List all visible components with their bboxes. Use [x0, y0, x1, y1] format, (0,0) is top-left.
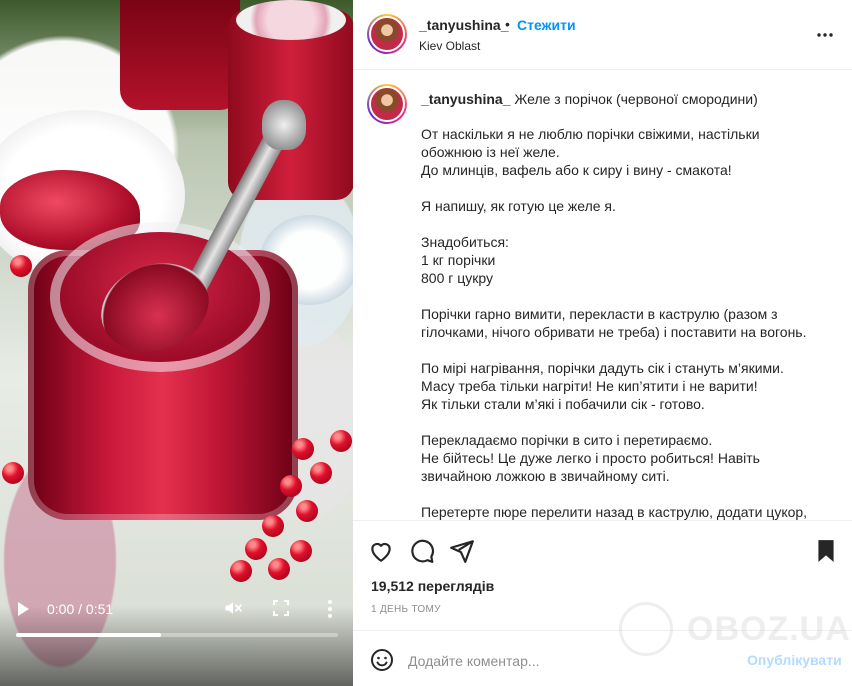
currant-berry — [296, 500, 318, 522]
currant-berry — [292, 438, 314, 460]
caption-line: 1 кг порічки — [421, 252, 496, 268]
caption-body: От наскільки я не люблю порічки свіжими,… — [421, 125, 831, 520]
currant-berry — [245, 538, 267, 560]
currant-berry — [230, 560, 252, 582]
author-username[interactable]: _tanyushina_ — [419, 17, 508, 33]
caption-area: _tanyushina_ Желе з порічок (червоної см… — [353, 70, 852, 520]
caption-line: звичайною ложкою в звичайному ситі. — [421, 468, 670, 484]
video-controls: 0:00 / 0:51 — [0, 596, 353, 622]
post-header: _tanyushina_ • Стежити Kiev Oblast — [353, 0, 852, 70]
video-time: 0:00 / 0:51 — [47, 601, 114, 617]
currant-berry — [262, 515, 284, 537]
caption-paragraph: Перетерте пюре перелити назад в каструлю… — [421, 503, 831, 520]
caption-title: Желе з порічок (червоної смородини) — [514, 91, 758, 107]
caption-line: Як тільки стали м’які і побачили сік - г… — [421, 396, 705, 412]
caption-paragraph: Перекладаємо порічки в сито і перетираєм… — [421, 431, 831, 485]
caption-paragraph: Я напишу, як готую це желе я. — [421, 197, 831, 215]
emoji-icon[interactable] — [370, 648, 394, 672]
spoon-ornament — [262, 100, 306, 150]
caption-paragraph: Порічки гарно вимити, перекласти в кастр… — [421, 305, 831, 341]
caption-line: Перетерте пюре перелити назад в каструлю… — [421, 504, 808, 520]
currant-berry — [310, 462, 332, 484]
caption-paragraph: По мірі нагрівання, порічки дадуть сік і… — [421, 359, 831, 413]
comment-bar: Опублікувати — [353, 630, 852, 686]
currant-berry — [268, 558, 290, 580]
avatar[interactable] — [367, 14, 407, 54]
caption-line: От наскільки я не люблю порічки свіжими,… — [421, 126, 760, 142]
caption-line: Порічки гарно вимити, перекласти в кастр… — [421, 306, 778, 322]
separator-dot: • — [505, 16, 510, 32]
caption-line: До млинців, вафель або к сиру і вину - с… — [421, 162, 732, 178]
caption-line: обожнюю із неї желе. — [421, 144, 560, 160]
video-progress-fill — [16, 633, 161, 637]
view-count[interactable]: 19,512 переглядів — [371, 578, 494, 594]
bookmark-icon[interactable] — [813, 538, 839, 564]
currant-berry — [330, 430, 352, 452]
heart-icon[interactable] — [368, 538, 394, 564]
caption-line: Знадобиться: — [421, 234, 509, 250]
volume-muted-icon[interactable] — [222, 598, 244, 618]
caption-line: 800 г цукру — [421, 270, 494, 286]
currant-berry — [10, 255, 32, 277]
currant-berry — [290, 540, 312, 562]
location-link[interactable]: Kiev Oblast — [419, 39, 480, 53]
currant-berry — [280, 475, 302, 497]
currant-berry — [2, 462, 24, 484]
caption-line: гілочками, нічого обривати не треба) і п… — [421, 324, 807, 340]
caption-line: Не бійтесь! Це дуже легко і просто робит… — [421, 450, 760, 466]
post-video[interactable]: 0:00 / 0:51 — [0, 0, 353, 686]
caption-avatar[interactable] — [367, 84, 407, 124]
action-bar — [353, 520, 852, 580]
caption-paragraph: От наскільки я не люблю порічки свіжими,… — [421, 125, 831, 179]
fullscreen-icon[interactable] — [273, 600, 289, 616]
background-jar — [120, 0, 240, 110]
caption-header: _tanyushina_ Желе з порічок (червоної см… — [421, 90, 831, 108]
publish-button[interactable]: Опублікувати — [747, 652, 842, 668]
caption-paragraph: Знадобиться: 1 кг порічки 800 г цукру — [421, 233, 831, 287]
caption-line: По мірі нагрівання, порічки дадуть сік і… — [421, 360, 784, 376]
caption-line: Перекладаємо порічки в сито і перетираєм… — [421, 432, 713, 448]
send-icon[interactable] — [449, 538, 475, 564]
post-panel: _tanyushina_ • Стежити Kiev Oblast _tany… — [353, 0, 852, 686]
caption-line: Масу треба тільки нагріти! Не кип’ятити … — [421, 378, 758, 394]
comment-icon[interactable] — [409, 538, 435, 564]
post-date: 1 ДЕНЬ ТОМУ — [371, 604, 441, 615]
more-horizontal-icon[interactable] — [816, 26, 834, 44]
follow-button[interactable]: Стежити — [517, 17, 576, 33]
comment-input[interactable] — [408, 651, 728, 671]
more-vertical-icon[interactable] — [323, 599, 337, 619]
video-progress-bar[interactable] — [16, 633, 338, 637]
play-icon[interactable] — [18, 602, 29, 616]
caption-username[interactable]: _tanyushina_ — [421, 91, 510, 107]
caption-line: Я напишу, як готую це желе я. — [421, 198, 616, 214]
